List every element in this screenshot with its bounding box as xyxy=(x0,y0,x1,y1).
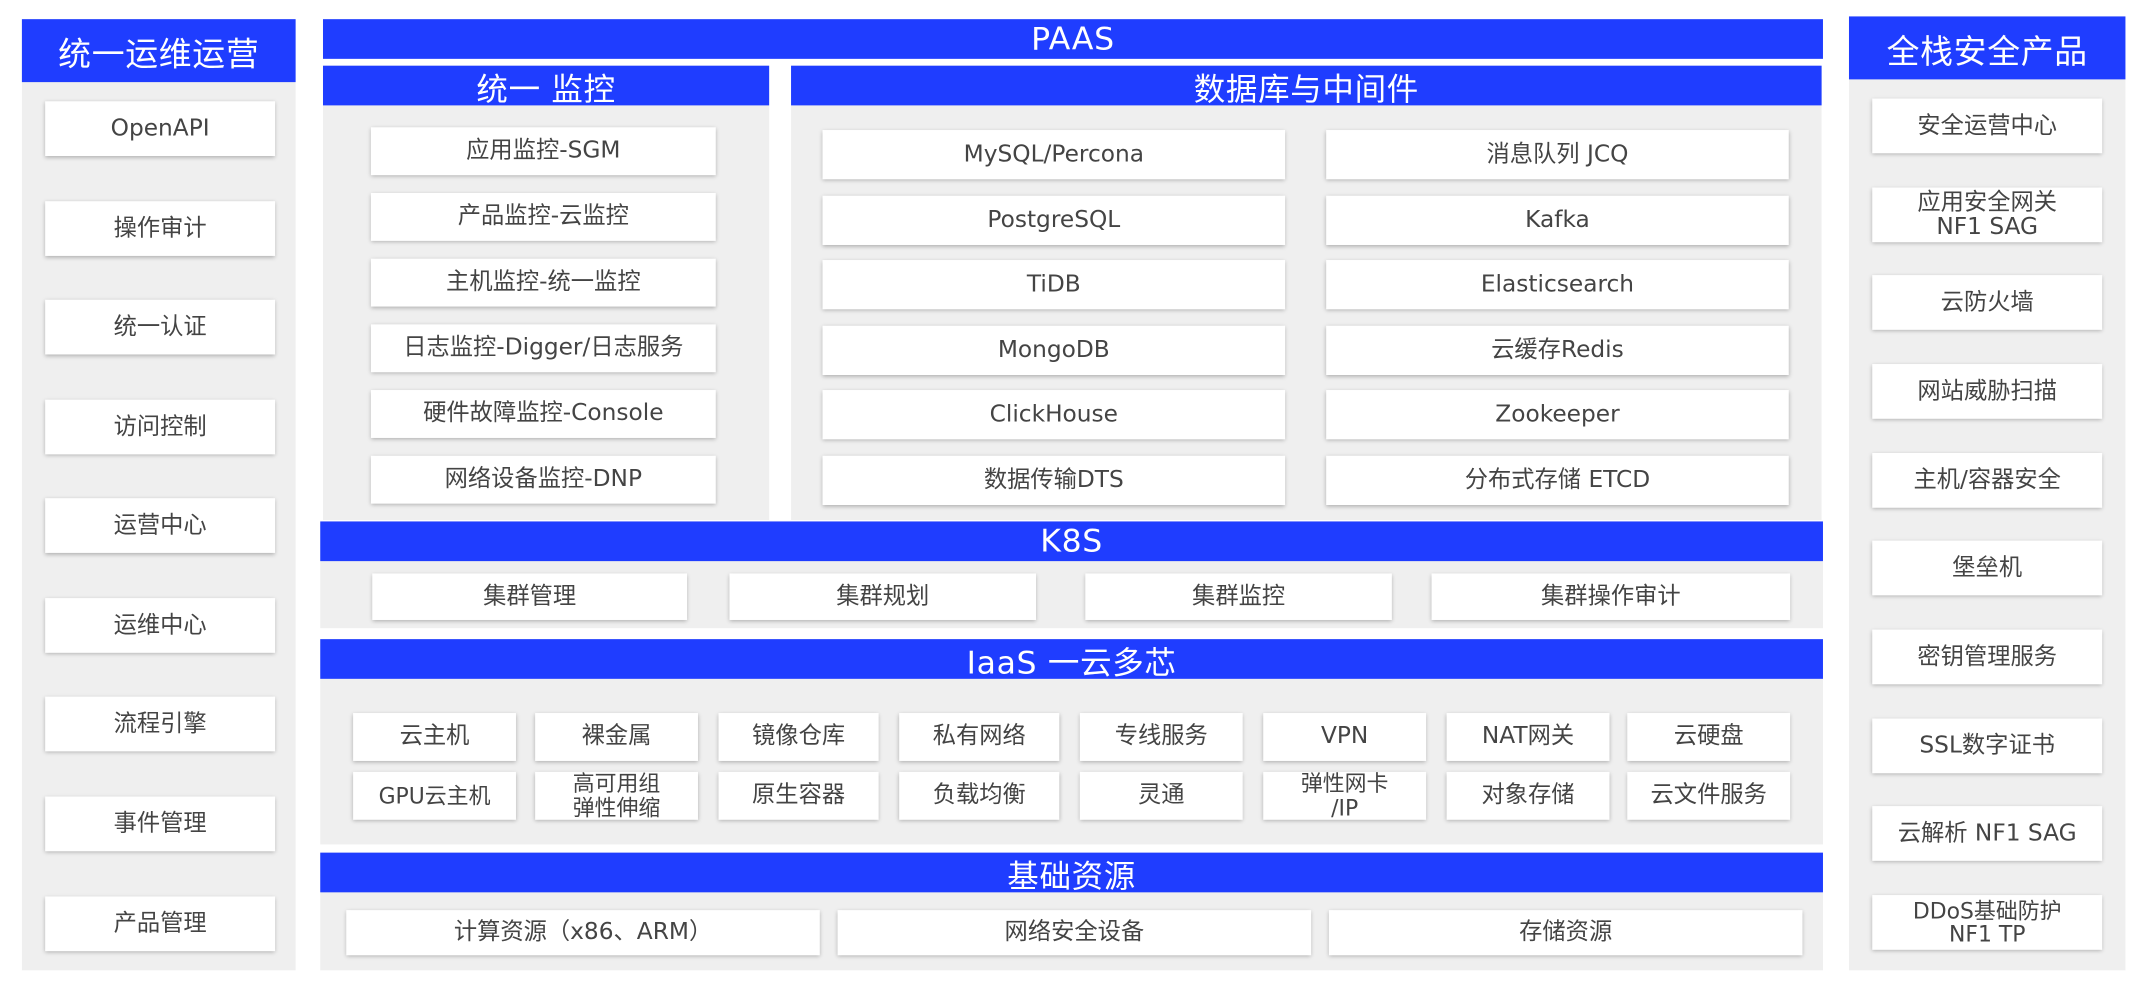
db-item: MySQL/Percona xyxy=(822,130,1286,180)
iaas-item: 负载均衡 xyxy=(899,771,1060,820)
left-item: 运维中心 xyxy=(45,598,276,653)
base-item: 计算资源（x86、ARM） xyxy=(346,910,820,956)
monitor-item: 硬件故障监控-Console xyxy=(370,390,716,438)
monitor-title: 统一 监控 xyxy=(322,65,770,107)
middleware-item: Elasticsearch xyxy=(1326,260,1789,310)
iaas-item: 裸金属 xyxy=(535,713,698,761)
paas-title: PAAS xyxy=(322,19,1823,59)
iaas-item: 原生容器 xyxy=(718,771,879,820)
left-item: OpenAPI xyxy=(45,101,276,157)
db-item: ClickHouse xyxy=(822,390,1286,440)
left-item: 事件管理 xyxy=(45,796,276,852)
architecture-diagram: 统一运维运营 OpenAPI 操作审计 统一认证 访问控制 运营中心 运维中心 … xyxy=(0,0,2146,981)
monitor-item: 网络设备监控-DNP xyxy=(370,455,716,504)
middleware-item: 分布式存储 ETCD xyxy=(1326,455,1789,506)
base-title: 基础资源 xyxy=(320,852,1823,894)
right-item: 应用安全网关 NF1 SAG xyxy=(1872,187,2103,243)
iaas-item: 镜像仓库 xyxy=(718,713,879,761)
iaas-item: NAT网关 xyxy=(1446,713,1610,761)
right-item: 云解析 NF1 SAG xyxy=(1872,806,2103,861)
db-title: 数据库与中间件 xyxy=(791,65,1822,107)
iaas-title: IaaS 一云多芯 xyxy=(320,639,1823,681)
iaas-item: 高可用组 弹性伸缩 xyxy=(535,771,698,820)
k8s-item: 集群规划 xyxy=(729,573,1037,620)
iaas-item: GPU云主机 xyxy=(353,771,516,820)
monitor-item: 应用监控-SGM xyxy=(370,127,716,176)
base-item: 网络安全设备 xyxy=(837,910,1312,956)
left-item: 运营中心 xyxy=(45,498,276,553)
right-item: 堡垒机 xyxy=(1872,540,2103,596)
monitor-item: 产品监控-云监控 xyxy=(370,192,716,241)
monitor-item: 日志监控-Digger/日志服务 xyxy=(370,324,716,373)
db-item: TiDB xyxy=(822,260,1286,310)
db-item: PostgreSQL xyxy=(822,195,1286,245)
right-item: 网站威胁扫描 xyxy=(1872,364,2103,419)
left-item: 流程引擎 xyxy=(45,696,276,752)
k8s-title: K8S xyxy=(320,521,1823,562)
left-item: 操作审计 xyxy=(45,201,276,256)
middleware-item: 消息队列 JCQ xyxy=(1326,130,1789,180)
iaas-item: 云硬盘 xyxy=(1627,713,1791,761)
right-item: 主机/容器安全 xyxy=(1872,453,2103,508)
k8s-item: 集群监控 xyxy=(1085,573,1392,620)
right-item: DDoS基础防护 NF1 TP xyxy=(1872,895,2103,950)
base-item: 存储资源 xyxy=(1328,910,1803,956)
iaas-item: 对象存储 xyxy=(1446,771,1610,820)
right-item: 云防火墙 xyxy=(1872,275,2103,330)
left-panel-title: 统一运维运营 xyxy=(21,19,296,83)
iaas-item: 弹性网卡 /IP xyxy=(1263,771,1427,820)
iaas-item: VPN xyxy=(1263,713,1427,761)
iaas-item: 私有网络 xyxy=(899,713,1060,761)
middleware-item: Zookeeper xyxy=(1326,390,1789,440)
left-item: 产品管理 xyxy=(45,896,276,952)
left-item: 访问控制 xyxy=(45,399,276,455)
iaas-item: 专线服务 xyxy=(1079,713,1243,761)
right-panel-title: 全栈安全产品 xyxy=(1848,16,2126,80)
k8s-item: 集群管理 xyxy=(372,573,688,620)
monitor-item: 主机监控-统一监控 xyxy=(370,258,716,307)
iaas-item: 云主机 xyxy=(353,713,516,761)
left-item: 统一认证 xyxy=(45,299,276,355)
db-item: 数据传输DTS xyxy=(822,455,1286,506)
iaas-item: 灵通 xyxy=(1079,771,1243,820)
right-item: SSL数字证书 xyxy=(1872,718,2103,774)
middleware-item: Kafka xyxy=(1326,195,1789,245)
right-item: 密钥管理服务 xyxy=(1872,629,2103,685)
iaas-item: 云文件服务 xyxy=(1627,771,1791,820)
right-item: 安全运营中心 xyxy=(1872,98,2103,154)
k8s-item: 集群操作审计 xyxy=(1431,573,1791,620)
db-item: MongoDB xyxy=(822,325,1286,375)
middleware-item: 云缓存Redis xyxy=(1326,325,1789,375)
